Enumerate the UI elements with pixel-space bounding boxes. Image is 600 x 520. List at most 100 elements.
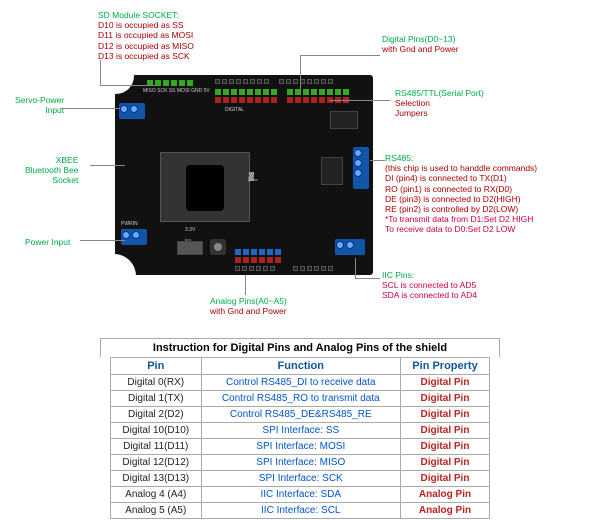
servo-annotation: Servo-Power Input: [15, 95, 64, 115]
line: [355, 258, 356, 278]
sd-title: SD Module SOCKET:: [98, 10, 194, 20]
rs485-jumper-block: [330, 111, 358, 129]
line: [80, 240, 125, 241]
digital-row-c: [215, 97, 349, 103]
rs485-title: RS485:: [385, 153, 537, 163]
servo-sub: Input: [15, 105, 64, 115]
cell-fn: SPI Interface: MISO: [201, 455, 401, 471]
line: [245, 275, 246, 295]
digital-row-b: [215, 89, 349, 95]
analog-annotation: Analog Pins(A0~A5) with Gnd and Power: [210, 296, 287, 316]
pcb-board: MISO SCK SS MOSI GND 5V 🏁 PWRIN 3.3V 5V: [115, 75, 373, 275]
rs485-tx: *To transmit data from D1:Set D2 HIGH: [385, 214, 537, 224]
iic-annotation: IIC Pins: SCL is connected to AD5 SDA is…: [382, 270, 477, 301]
table-row: Analog 4 (A4)IIC Interface: SDAAnalog Pi…: [111, 487, 490, 503]
cell-pin: Digital 0(RX): [111, 375, 202, 391]
cell-fn: IIC Interface: SDA: [201, 487, 401, 503]
33-label: 3.3V: [185, 227, 195, 233]
digital-row-a: [215, 79, 333, 84]
line: [300, 55, 301, 90]
analog-row-a: [235, 249, 281, 255]
digital-sub: with Gnd and Power: [382, 44, 459, 54]
cell-pin: Digital 2(D2): [111, 407, 202, 423]
rs485-l3: RE (pin2) is controlled by D2(LOW): [385, 204, 537, 214]
rs485sel-sub2: Jumpers: [395, 108, 484, 118]
rs485-terminal: [353, 147, 369, 189]
cell-prop: Digital Pin: [401, 423, 490, 439]
v-jumper: [177, 241, 203, 255]
rs485-l1: RO (pin1) is connected to RX(D0): [385, 184, 537, 194]
cell-prop: Analog Pin: [401, 503, 490, 519]
table-row: Digital 12(D12)SPI Interface: MISODigita…: [111, 455, 490, 471]
cell-prop: Digital Pin: [401, 455, 490, 471]
line: [330, 100, 390, 101]
col-pin: Pin: [111, 358, 202, 375]
cell-prop: Digital Pin: [401, 471, 490, 487]
cell-fn: SPI Interface: SS: [201, 423, 401, 439]
table-row: Digital 2(D2)Control RS485_DE&RS485_REDi…: [111, 407, 490, 423]
rs485-rx: To receive data to D0:Set D2 LOW: [385, 224, 537, 234]
xbee-socket: 🏁: [160, 152, 250, 222]
cell-fn: SPI Interface: MOSI: [201, 439, 401, 455]
cell-pin: Analog 5 (A5): [111, 503, 202, 519]
rs485sel-title: RS485/TTL(Serial Port): [395, 88, 484, 98]
table-title: Instruction for Digital Pins and Analog …: [100, 338, 500, 357]
analog-row-c: [235, 266, 275, 271]
line: [100, 85, 155, 86]
rs485-note: (this chip is used to handdle commands): [385, 163, 537, 173]
rs485-annotation: RS485: (this chip is used to handdle com…: [385, 153, 537, 235]
line: [370, 160, 385, 161]
logo-text: 🏁: [248, 171, 259, 182]
cell-pin: Analog 4 (A4): [111, 487, 202, 503]
cell-fn: Control RS485_RO to transmit data: [201, 391, 401, 407]
table-row: Digital 11(D11)SPI Interface: MOSIDigita…: [111, 439, 490, 455]
cell-pin: Digital 1(TX): [111, 391, 202, 407]
sd-l2: D12 is occupied as MISO: [98, 41, 194, 51]
pins-table: Instruction for Digital Pins and Analog …: [100, 338, 500, 519]
analog-title: Analog Pins(A0~A5): [210, 296, 287, 306]
xbee-sub2: Socket: [25, 175, 78, 185]
reset-button: [210, 239, 226, 255]
cell-prop: Digital Pin: [401, 439, 490, 455]
xbee-sub: Bluetooth Bee: [25, 165, 78, 175]
digital-label: DIGITAL: [225, 107, 244, 113]
table-row: Analog 5 (A5)IIC Interface: SCLAnalog Pi…: [111, 503, 490, 519]
sd-l0: D10 is occupied as SS: [98, 20, 194, 30]
servo-title: Servo-Power: [15, 95, 64, 105]
rs485-l0: DI (pin4) is connected to TX(D1): [385, 173, 537, 183]
cell-prop: Analog Pin: [401, 487, 490, 503]
sd-socket-annotation: SD Module SOCKET: D10 is occupied as SS …: [98, 10, 194, 61]
analog-sub: with Gnd and Power: [210, 306, 287, 316]
iic-terminal: [335, 239, 365, 255]
iic-title: IIC Pins:: [382, 270, 477, 280]
pwin-title: Power Input: [25, 237, 70, 247]
cell-fn: SPI Interface: SCK: [201, 471, 401, 487]
cell-pin: Digital 12(D12): [111, 455, 202, 471]
line: [355, 278, 380, 279]
rs485sel-sub: Selection: [395, 98, 484, 108]
iic-sda: SDA is connected to AD4: [382, 290, 477, 300]
line: [60, 108, 120, 109]
cell-prop: Digital Pin: [401, 375, 490, 391]
cell-fn: Control RS485_DE&RS485_RE: [201, 407, 401, 423]
iic-scl: SCL is connected to AD5: [382, 280, 476, 290]
power-in-terminal: [121, 229, 147, 245]
col-fn: Function: [201, 358, 401, 375]
power-header: [293, 266, 333, 271]
analog-row-b: [235, 257, 281, 263]
sd-l1: D11 is occupied as MOSI: [98, 30, 194, 40]
line: [90, 165, 125, 166]
line: [300, 55, 380, 56]
xbee-annotation: XBEE Bluetooth Bee Socket: [25, 155, 78, 186]
cell-pin: Digital 13(D13): [111, 471, 202, 487]
table-row: Digital 10(D10)SPI Interface: SSDigital …: [111, 423, 490, 439]
cell-fn: IIC Interface: SCL: [201, 503, 401, 519]
cell-pin: Digital 11(D11): [111, 439, 202, 455]
table-row: Digital 13(D13)SPI Interface: SCKDigital…: [111, 471, 490, 487]
cell-fn: Control RS485_DI to receive data: [201, 375, 401, 391]
digital-pins-annotation: Digital Pins(D0~13) with Gnd and Power: [382, 34, 459, 54]
col-prop: Pin Property: [401, 358, 490, 375]
servo-terminal: [119, 103, 145, 119]
rs485-sel-annotation: RS485/TTL(Serial Port) Selection Jumpers: [395, 88, 484, 119]
table-row: Digital 0(RX)Control RS485_DI to receive…: [111, 375, 490, 391]
